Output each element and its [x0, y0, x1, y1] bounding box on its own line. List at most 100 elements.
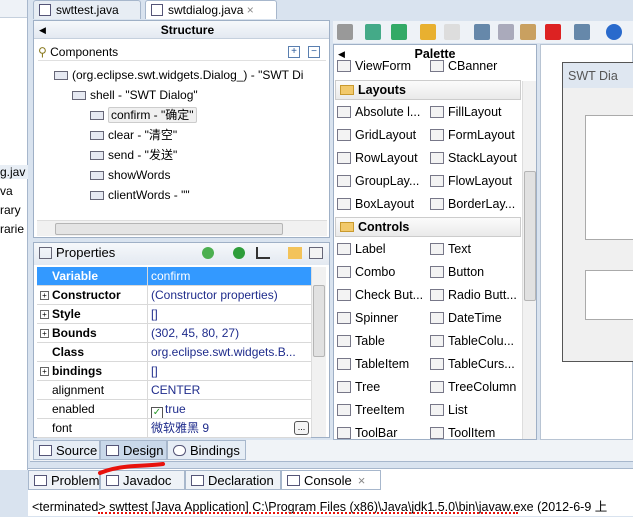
- palette-item[interactable]: GridLayout: [337, 125, 416, 145]
- structure-header[interactable]: ◀ Structure: [34, 21, 329, 39]
- tree-item[interactable]: shell - "SWT Dialog": [72, 86, 198, 104]
- locale-icon[interactable]: [606, 24, 622, 40]
- properties-vscrollbar[interactable]: [311, 267, 326, 437]
- tab-swtdialog-java[interactable]: swtdialog.java ×: [145, 0, 277, 19]
- copy-icon[interactable]: [498, 24, 514, 40]
- properties-filter-icon[interactable]: [309, 247, 323, 259]
- view-tab-console[interactable]: Console ×: [281, 470, 381, 490]
- test-preview-icon[interactable]: [337, 24, 353, 40]
- tab-order-icon[interactable]: [574, 24, 590, 40]
- palette-item[interactable]: TreeColumn: [430, 377, 516, 397]
- expand-icon[interactable]: +: [40, 291, 49, 300]
- palette-item[interactable]: FlowLayout: [430, 171, 512, 191]
- scrollbar-thumb[interactable]: [313, 285, 325, 357]
- tree-item[interactable]: send - "发送": [90, 146, 177, 164]
- properties-menu-icon[interactable]: [288, 247, 302, 259]
- tree-item[interactable]: clear - "清空": [90, 126, 177, 144]
- palette-item[interactable]: TableColu...: [430, 331, 514, 351]
- palette-category-layouts[interactable]: Layouts: [335, 80, 521, 100]
- collapse-arrow-icon[interactable]: ◀: [39, 21, 46, 39]
- package-explorer-item[interactable]: rary: [0, 203, 28, 217]
- palette-item[interactable]: RowLayout: [337, 148, 418, 168]
- scrollbar-thumb[interactable]: [55, 223, 283, 235]
- palette-item[interactable]: StackLayout: [430, 148, 517, 168]
- delete-icon[interactable]: [545, 24, 561, 40]
- property-row[interactable]: + Constructor (Constructor properties): [37, 286, 311, 305]
- view-tab-declaration[interactable]: Declaration: [185, 470, 281, 490]
- tab-bindings[interactable]: Bindings: [167, 440, 246, 460]
- palette-item[interactable]: Label: [337, 239, 386, 259]
- palette-item[interactable]: BorderLay...: [430, 194, 515, 214]
- tab-design[interactable]: Design: [100, 440, 167, 460]
- tree-item[interactable]: confirm - "确定": [90, 106, 197, 124]
- palette-item[interactable]: Check But...: [337, 285, 423, 305]
- property-value[interactable]: (302, 45, 80, 27): [148, 324, 311, 342]
- expand-icon[interactable]: +: [40, 367, 49, 376]
- paste-icon[interactable]: [520, 24, 536, 40]
- package-explorer-item[interactable]: rarie: [0, 222, 28, 236]
- palette-item[interactable]: Table: [337, 331, 385, 351]
- property-value[interactable]: ✓ true: [148, 400, 311, 418]
- clientWords-preview[interactable]: [585, 270, 633, 320]
- goto-definition-icon[interactable]: [233, 247, 245, 259]
- property-row[interactable]: + bindings[]: [37, 362, 311, 381]
- palette-item[interactable]: TableCurs...: [430, 354, 515, 374]
- switch-code-icon[interactable]: [365, 24, 381, 40]
- tree-item[interactable]: showWords: [90, 166, 170, 184]
- property-value[interactable]: (Constructor properties): [148, 286, 311, 304]
- property-row[interactable]: + Style[]: [37, 305, 311, 324]
- property-row[interactable]: + Bounds (302, 45, 80, 27): [37, 324, 311, 343]
- showWords-preview[interactable]: [585, 115, 633, 240]
- redo-icon[interactable]: [444, 24, 460, 40]
- palette-item[interactable]: Combo: [337, 262, 395, 282]
- dialog-preview[interactable]: SWT Dia: [562, 62, 633, 362]
- property-row[interactable]: Variable confirm: [37, 267, 311, 286]
- palette-item[interactable]: Absolute l...: [337, 102, 420, 122]
- property-value[interactable]: confirm: [148, 267, 311, 285]
- collapse-all-icon[interactable]: −: [308, 46, 320, 58]
- palette-item[interactable]: Tree: [337, 377, 380, 397]
- palette-item[interactable]: FillLayout: [430, 102, 502, 122]
- palette-item[interactable]: ToolBar: [337, 423, 397, 439]
- refresh-icon[interactable]: [391, 24, 407, 40]
- property-value[interactable]: org.eclipse.swt.widgets.B...: [148, 343, 311, 361]
- property-value[interactable]: 微软雅黑 9...: [148, 419, 311, 437]
- close-icon[interactable]: ×: [247, 3, 254, 17]
- property-row[interactable]: alignment CENTER: [37, 381, 311, 400]
- cut-icon[interactable]: [474, 24, 490, 40]
- design-canvas[interactable]: SWT Dia: [540, 44, 633, 440]
- palette-item[interactable]: FormLayout: [430, 125, 515, 145]
- palette-item[interactable]: GroupLay...: [337, 171, 419, 191]
- package-explorer-item[interactable]: va: [0, 184, 28, 198]
- palette-item[interactable]: Spinner: [337, 308, 398, 328]
- tab-swttest-java[interactable]: swttest.java: [33, 0, 141, 19]
- palette-vscrollbar[interactable]: [522, 81, 536, 439]
- palette-item[interactable]: Radio Butt...: [430, 285, 517, 305]
- tree-item[interactable]: clientWords - "": [90, 186, 190, 204]
- property-value[interactable]: []: [148, 362, 311, 380]
- palette-item[interactable]: Button: [430, 262, 484, 282]
- scrollbar-thumb[interactable]: [524, 171, 536, 301]
- palette-item[interactable]: TreeItem: [337, 400, 405, 420]
- palette-item[interactable]: DateTime: [430, 308, 502, 328]
- expand-icon[interactable]: +: [40, 310, 49, 319]
- checkbox-checked-icon[interactable]: ✓: [151, 407, 163, 418]
- view-tab-problems[interactable]: Problems: [28, 470, 106, 490]
- palette-category-controls[interactable]: Controls: [335, 217, 521, 237]
- ellipsis-button[interactable]: ...: [294, 421, 309, 435]
- palette-item[interactable]: List: [430, 400, 467, 420]
- expand-icon[interactable]: +: [40, 329, 49, 338]
- palette-item[interactable]: TableItem: [337, 354, 409, 374]
- property-row[interactable]: Class org.eclipse.swt.widgets.B...: [37, 343, 311, 362]
- tab-source[interactable]: Source: [33, 440, 100, 460]
- close-icon[interactable]: ×: [358, 473, 366, 488]
- palette-item[interactable]: ToolItem: [430, 423, 495, 439]
- expand-all-icon[interactable]: +: [288, 46, 300, 58]
- property-value[interactable]: CENTER: [148, 381, 311, 399]
- palette-item[interactable]: BoxLayout: [337, 194, 414, 214]
- property-row[interactable]: enabled ✓ true: [37, 400, 311, 419]
- palette-item[interactable]: ViewForm: [337, 56, 411, 76]
- undo-icon[interactable]: [420, 24, 436, 40]
- package-explorer-item[interactable]: g.jav: [0, 165, 28, 179]
- tree-item[interactable]: (org.eclipse.swt.widgets.Dialog_) - "SWT…: [54, 66, 303, 84]
